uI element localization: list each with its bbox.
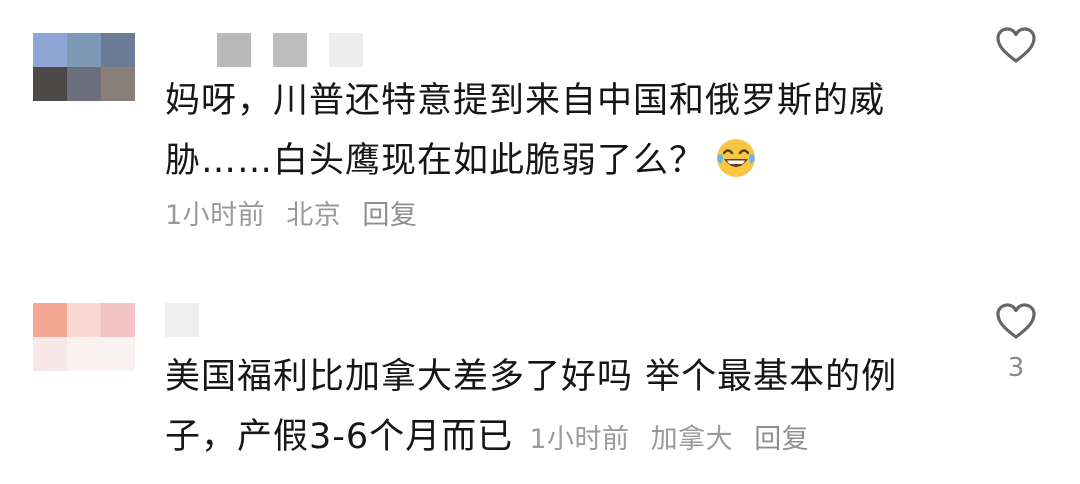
comment-text[interactable]: 美国福利比加拿大差多了好吗 举个最基本的例 子，产假3-6个月而已 1小时前 加… (165, 347, 925, 470)
username-blurred[interactable] (165, 33, 363, 67)
comment-meta: 1小时前 北京 回复 (165, 193, 429, 232)
comment-meta: 1小时前 加拿大 回复 (529, 424, 821, 455)
avatar[interactable] (33, 33, 135, 101)
avatar-pixel (67, 303, 101, 337)
avatar-pixel (67, 67, 101, 101)
heart-icon (996, 303, 1036, 339)
comment-text[interactable]: 妈呀，川普还特意提到来自中国和俄罗斯的威 胁……白头鹰现在如此脆弱了么？ (165, 71, 925, 191)
comment-text-line: 胁……白头鹰现在如此脆弱了么？ (165, 141, 706, 181)
avatar-pixel (33, 67, 67, 101)
comment-location: 加拿大 (650, 424, 734, 455)
comment-text-line: 妈呀，川普还特意提到来自中国和俄罗斯的威 (165, 81, 886, 121)
laughing-tears-emoji-icon (715, 137, 757, 179)
avatar[interactable] (33, 303, 135, 371)
like-count: 3 (1007, 353, 1025, 383)
avatar-pixel (67, 33, 101, 67)
username-blurred[interactable] (165, 303, 199, 337)
reply-button[interactable]: 回复 (754, 424, 809, 455)
username-pixel (329, 33, 363, 67)
avatar-pixel (101, 67, 135, 101)
username-pixel (217, 33, 251, 67)
comment-text-line: 子，产假3-6个月而已 (165, 417, 514, 457)
avatar-pixel (33, 303, 67, 337)
avatar-pixel (33, 33, 67, 67)
username-pixel (165, 303, 199, 337)
avatar-pixel (67, 337, 101, 371)
reply-button[interactable]: 回复 (362, 200, 417, 231)
comment-location: 北京 (286, 200, 342, 231)
heart-icon (996, 27, 1036, 63)
like-button[interactable]: 3 (994, 301, 1038, 383)
avatar-pixel (101, 303, 135, 337)
avatar-pixel (101, 337, 135, 371)
username-pixel (273, 33, 307, 67)
comment-text-line: 美国福利比加拿大差多了好吗 举个最基本的例 (165, 357, 898, 397)
like-button[interactable] (994, 25, 1038, 65)
comment-time: 1小时前 (529, 424, 630, 455)
avatar-pixel (33, 337, 67, 371)
comment-time: 1小时前 (165, 200, 266, 231)
avatar-pixel (101, 33, 135, 67)
